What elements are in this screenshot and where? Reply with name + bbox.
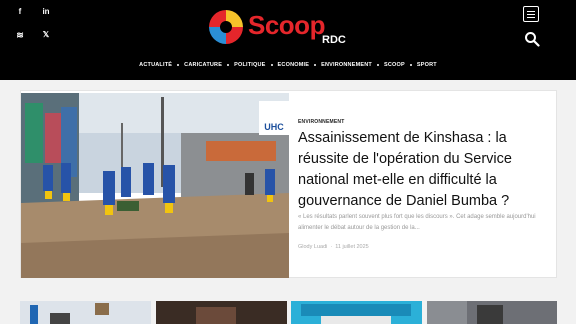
- x-icon[interactable]: 𝕏: [40, 29, 52, 41]
- article-title[interactable]: Assainissement de Kinshasa : la réussite…: [298, 128, 548, 212]
- featured-article[interactable]: UHC ENVIRONNEMENT Assainissement de Kins…: [20, 90, 557, 278]
- site-header: f in ≋ 𝕏 Scoop RDC ACTUALITÉ CARICATURE …: [0, 0, 576, 80]
- thumbnail-4[interactable]: [427, 301, 557, 324]
- logo-mark-icon: [209, 10, 243, 44]
- search-icon[interactable]: [524, 31, 540, 47]
- nav-item-caricature[interactable]: CARICATURE: [177, 62, 228, 68]
- nav-item-sport[interactable]: SPORT: [409, 62, 443, 68]
- image-sign-text: UHC: [264, 122, 284, 132]
- featured-image[interactable]: UHC: [21, 93, 289, 278]
- nav-item-actualite[interactable]: ACTUALITÉ: [133, 62, 178, 68]
- logo-wordmark: Scoop: [248, 10, 325, 40]
- nav-item-politique[interactable]: POLITIQUE: [227, 62, 271, 68]
- article-category[interactable]: ENVIRONNEMENT: [298, 119, 345, 125]
- thumbnail-2[interactable]: [156, 301, 287, 324]
- thumbnail-1[interactable]: [20, 301, 151, 324]
- hamburger-menu-icon[interactable]: [523, 6, 539, 22]
- nav-item-environnement[interactable]: ENVIRONNEMENT: [314, 62, 378, 68]
- rss-icon[interactable]: ≋: [14, 29, 26, 41]
- main-nav: ACTUALITÉ CARICATURE POLITIQUE ECONOMIE …: [0, 58, 576, 72]
- article-meta: Glody Luadi · 11 juillet 2025: [298, 244, 369, 250]
- site-logo[interactable]: Scoop RDC: [208, 6, 358, 52]
- nav-item-economie[interactable]: ECONOMIE: [270, 62, 316, 68]
- facebook-icon[interactable]: f: [14, 6, 26, 18]
- nav-item-scoop[interactable]: SCOOP: [376, 62, 411, 68]
- thumbnail-3[interactable]: [291, 301, 422, 324]
- logo-suffix: RDC: [322, 34, 346, 46]
- article-author[interactable]: Glody Luadi: [298, 244, 327, 250]
- linkedin-icon[interactable]: in: [40, 6, 52, 18]
- article-excerpt: « Les résultats parlent souvent plus for…: [298, 214, 536, 231]
- article-date: 11 juillet 2025: [335, 244, 369, 250]
